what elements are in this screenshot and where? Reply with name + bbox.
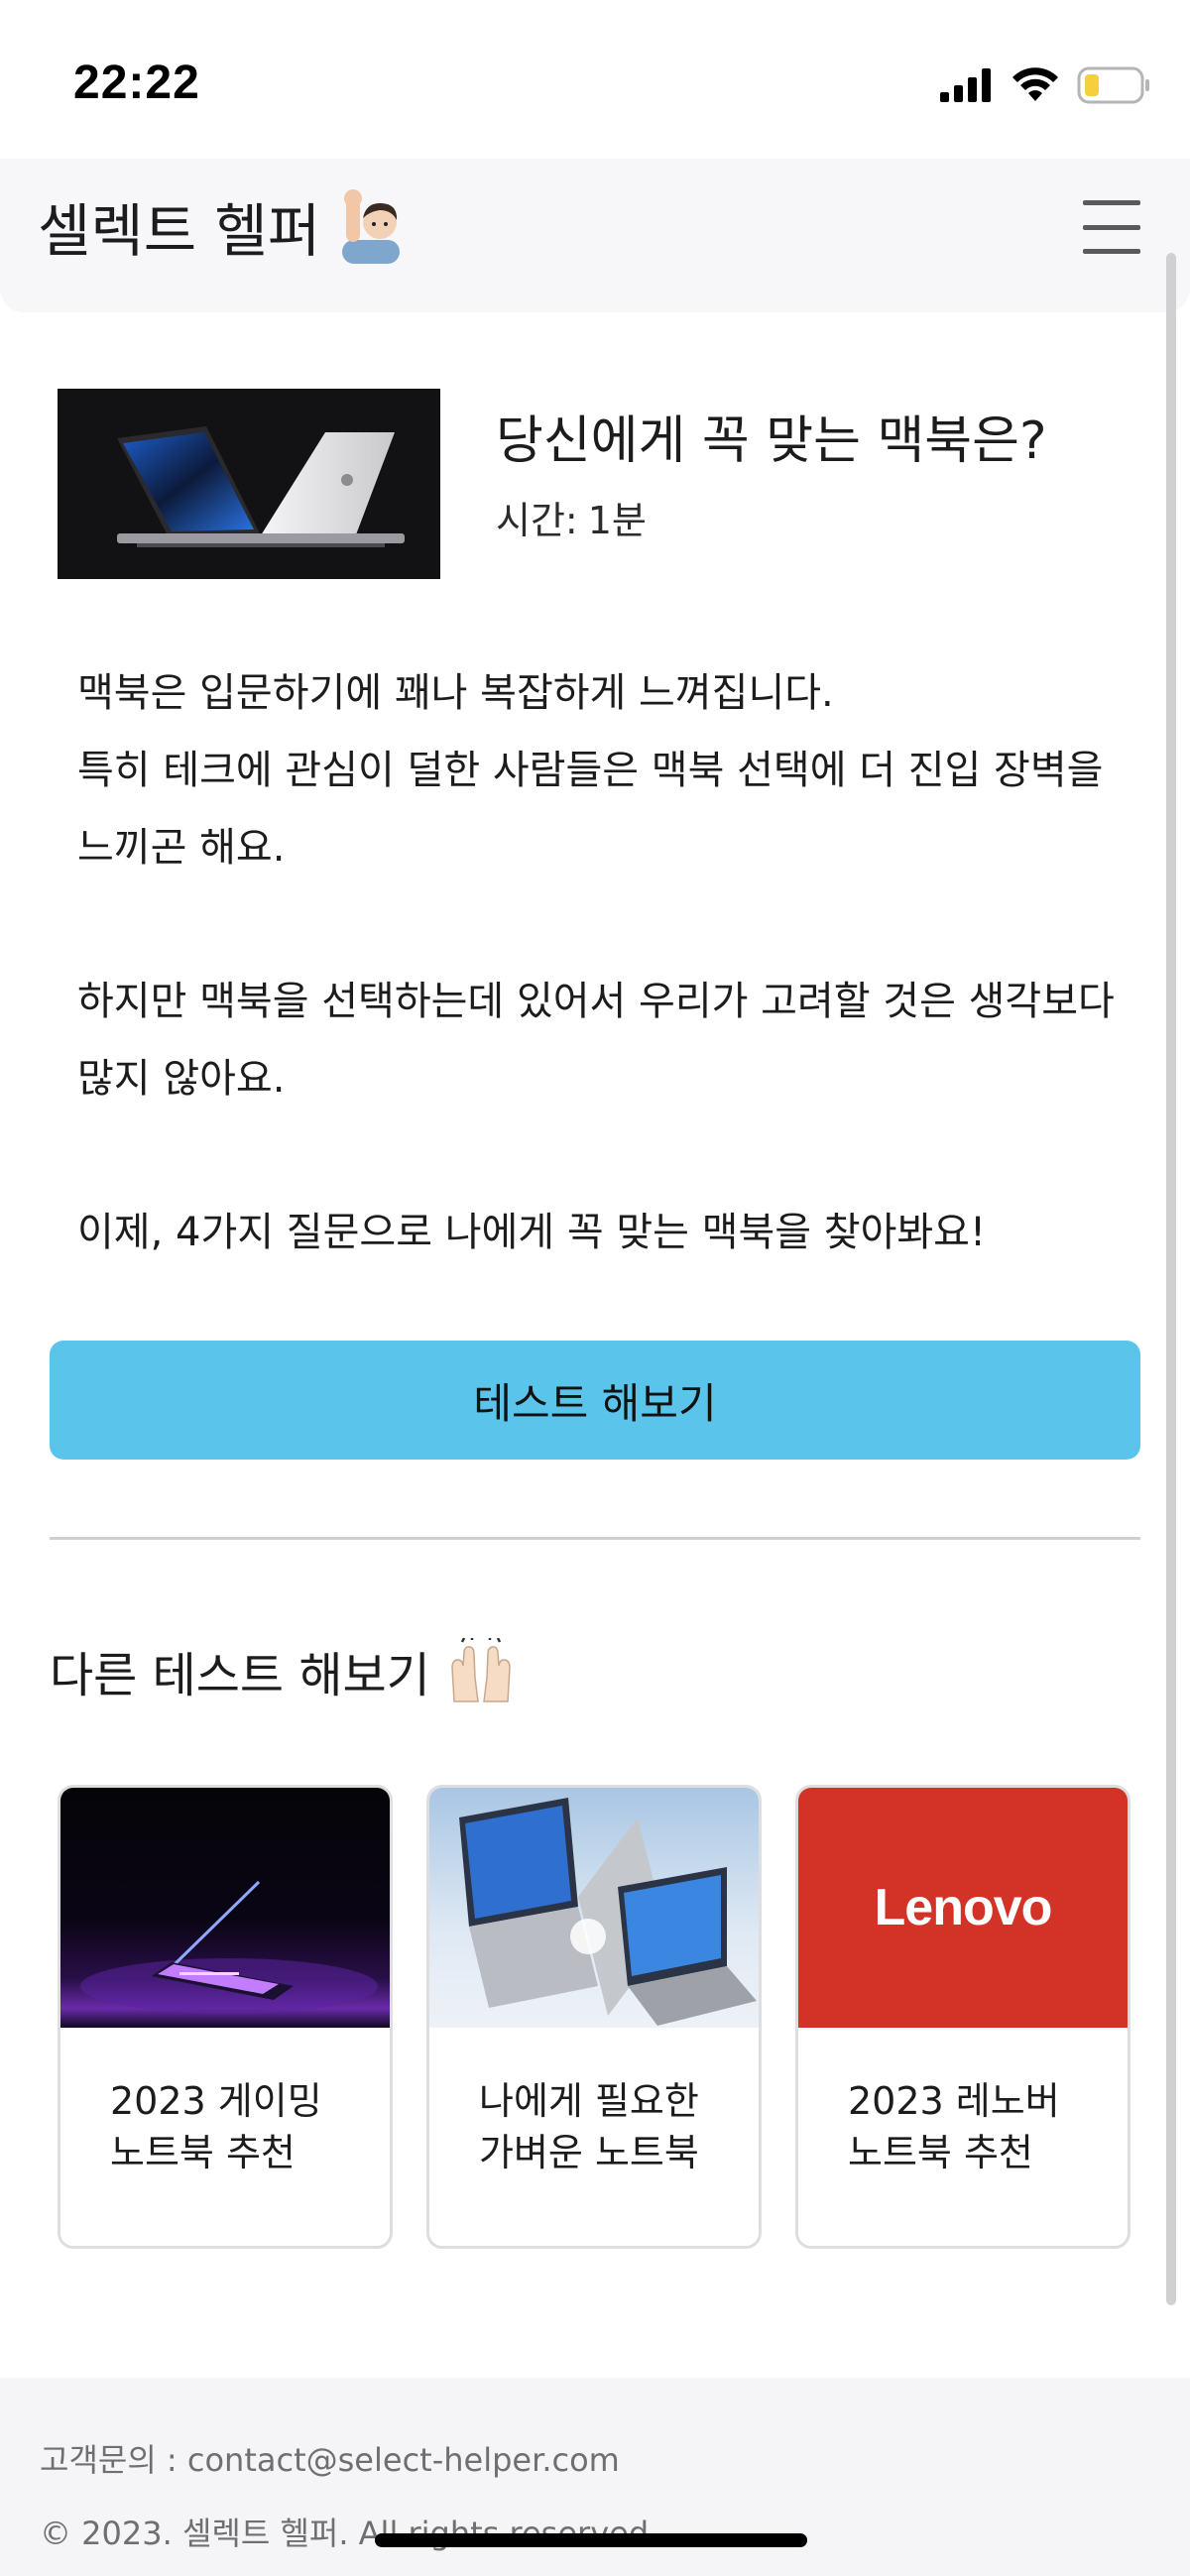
brand-title: 셀렉트 헬퍼: [38, 197, 321, 265]
scrollbar[interactable]: [1166, 253, 1176, 2305]
lenovo-logo-image: Lenovo: [798, 1788, 1128, 2028]
description: 맥북은 입문하기에 꽤나 복잡하게 느껴집니다. 특히 테크에 관심이 덜한 사…: [77, 654, 1129, 1271]
battery-icon: [1077, 66, 1149, 104]
other-tests-cards: 2023 게이밍 노트북 추천 나에게 필요한 가벼운 노트북 Lenovo 2…: [58, 1785, 1132, 2249]
other-tests-heading: 다른 테스트 해보기: [50, 1648, 430, 1703]
card-label: 나에게 필요한 가벼운 노트북: [479, 2079, 699, 2174]
status-icons: [940, 63, 1150, 107]
brand[interactable]: 셀렉트 헬퍼: [38, 184, 406, 268]
lenovo-logo: Lenovo: [874, 1879, 1053, 1936]
test-card-light-laptop[interactable]: 나에게 필요한 가벼운 노트북: [426, 1785, 762, 2249]
footer-copyright: © 2023. 셀렉트 헬퍼. All rights reserved.: [40, 2515, 659, 2552]
card-label: 2023 레노버 노트북 추천: [848, 2079, 1060, 2174]
signal-icon: [940, 68, 991, 102]
description-line: 특히 테크에 관심이 덜한 사람들은 맥북 선택에 더 진입 장벽을 느끼곤 해…: [77, 748, 1104, 871]
status-bar: 22:22: [0, 0, 1190, 159]
person-raising-hand-icon: [342, 189, 401, 264]
status-time: 22:22: [73, 57, 200, 109]
top-navbar: 셀렉트 헬퍼: [0, 159, 1190, 312]
hero-title: 당신에게 꼭 맞는 맥북은?: [496, 411, 1047, 471]
test-card-lenovo[interactable]: Lenovo 2023 레노버 노트북 추천: [795, 1785, 1130, 2249]
home-indicator[interactable]: [375, 2533, 807, 2547]
light-laptops-image: [429, 1788, 759, 2028]
description-paragraph-1: 맥북은 입문하기에 꽤나 복잡하게 느껴집니다. 특히 테크에 관심이 덜한 사…: [77, 654, 1129, 886]
macbook-pro-image: [58, 389, 440, 579]
hero-duration: 시간: 1분: [496, 490, 647, 544]
duration-value: 1분: [587, 499, 647, 542]
raising-hands-icon: [451, 1638, 511, 1702]
test-card-gaming[interactable]: 2023 게이밍 노트북 추천: [58, 1785, 393, 2249]
footer-contact: 고객문의 : contact@select-helper.com: [40, 2441, 620, 2479]
start-test-button[interactable]: 테스트 해보기: [50, 1341, 1140, 1460]
duration-label: 시간:: [496, 499, 578, 542]
gaming-laptop-image: [60, 1788, 390, 2028]
wifi-icon: [1012, 67, 1058, 101]
description-paragraph-3: 이제, 4가지 질문으로 나에게 꼭 맞는 맥북을 찾아봐요!: [77, 1210, 987, 1255]
hamburger-menu-icon[interactable]: [1083, 200, 1140, 254]
other-tests-title: 다른 테스트 해보기: [50, 1636, 518, 1705]
card-label: 2023 게이밍 노트북 추천: [110, 2079, 322, 2174]
description-line: 맥북은 입문하기에 꽤나 복잡하게 느껴집니다.: [77, 670, 834, 716]
description-paragraph-2: 하지만 맥북을 선택하는데 있어서 우리가 고려할 것은 생각보다 많지 않아요…: [77, 979, 1115, 1102]
divider: [50, 1537, 1140, 1540]
